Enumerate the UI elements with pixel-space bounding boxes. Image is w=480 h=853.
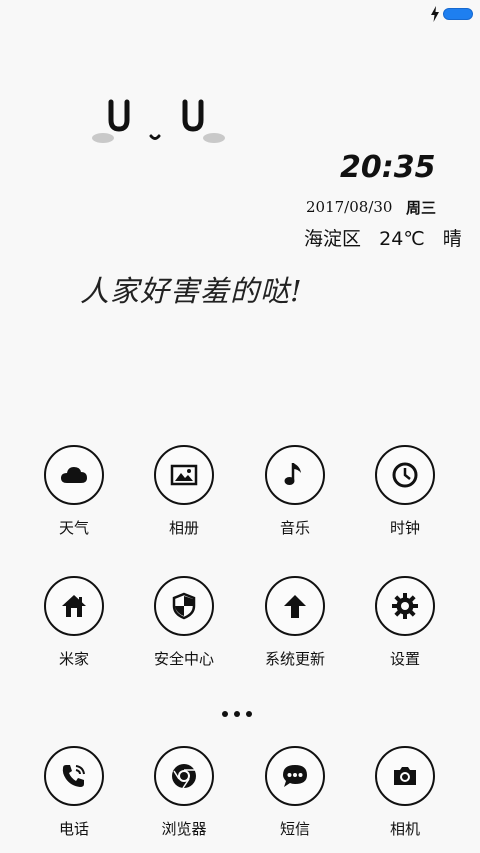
condition-text: 晴	[442, 228, 462, 250]
gear-icon	[392, 593, 418, 619]
arrow-up-icon	[284, 595, 306, 618]
app-messages[interactable]: 短信	[240, 746, 350, 838]
app-label: 米家	[58, 650, 89, 668]
app-weather[interactable]: 天气	[19, 445, 129, 537]
app-settings[interactable]: 设置	[350, 576, 460, 668]
app-clock[interactable]: 时钟	[350, 445, 460, 537]
phone-icon	[62, 765, 85, 787]
app-system-update[interactable]: 系统更新	[240, 576, 350, 668]
app-label: 安全中心	[153, 650, 214, 668]
battery-icon	[443, 8, 473, 20]
cloud-icon	[61, 467, 87, 483]
clock-icon	[392, 462, 418, 488]
music-note-icon	[284, 463, 301, 485]
app-label: 电话	[58, 820, 89, 838]
shield-icon	[172, 592, 196, 620]
temperature-text: 24℃	[379, 228, 425, 250]
app-label: 时钟	[389, 519, 420, 537]
app-security-center[interactable]: 安全中心	[129, 576, 239, 668]
app-label: 短信	[279, 820, 310, 838]
weather-line[interactable]: 海淀区 24℃ 晴	[304, 224, 462, 251]
home-icon	[62, 595, 86, 617]
app-mi-home[interactable]: 米家	[19, 576, 129, 668]
app-label: 天气	[58, 519, 89, 537]
clock-time[interactable]: 20:35	[340, 150, 436, 185]
tagline-text: 人家好害羞的哒!	[80, 274, 303, 308]
page-indicator[interactable]	[222, 702, 262, 717]
app-gallery[interactable]: 相册	[129, 445, 239, 537]
date-text: 2017/08/30	[306, 198, 393, 216]
app-camera[interactable]: 相机	[350, 746, 460, 838]
app-music[interactable]: 音乐	[240, 445, 350, 537]
app-label: 设置	[389, 650, 420, 668]
app-browser[interactable]: 浏览器	[129, 746, 239, 838]
app-label: 音乐	[279, 519, 310, 537]
app-label: 系统更新	[264, 650, 325, 668]
photo-icon	[170, 464, 198, 486]
app-label: 相册	[168, 519, 199, 537]
district-text: 海淀区	[304, 228, 362, 250]
app-label: 浏览器	[161, 820, 207, 838]
app-phone[interactable]: 电话	[19, 746, 129, 838]
camera-icon	[394, 767, 416, 785]
message-icon	[283, 765, 307, 787]
app-label: 相机	[389, 820, 420, 838]
browser-icon	[172, 764, 196, 789]
bolt-icon	[431, 6, 439, 22]
weekday-text: 周三	[406, 199, 437, 217]
cute-face-icon	[92, 99, 225, 143]
